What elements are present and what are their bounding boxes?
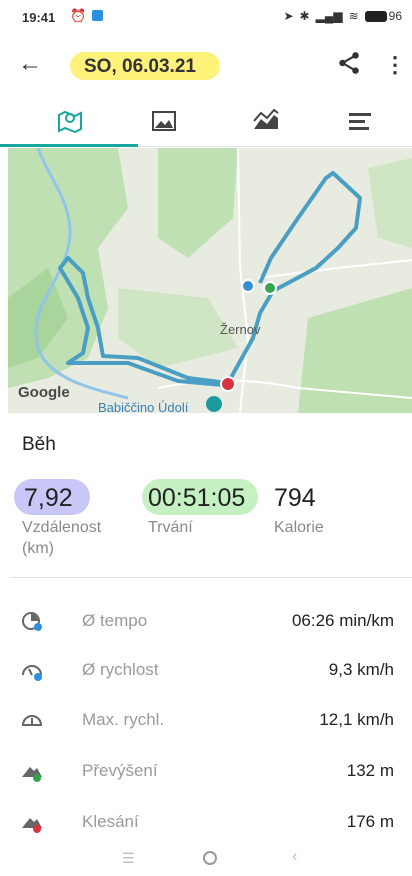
location-icon: ➤	[283, 9, 294, 23]
share-icon[interactable]	[336, 50, 362, 76]
detail-row: Ø rychlost 9,3 km/h	[0, 650, 412, 690]
pace-value: 06:26 min/km	[291, 611, 394, 630]
max-speed-value: 12,1 km/h	[319, 710, 394, 729]
pace-label: Ø tempo	[82, 611, 148, 630]
route-map[interactable]: Žernov Babiččino Údolí Google	[8, 148, 412, 413]
app-notification-icon	[92, 10, 103, 21]
tab-map[interactable]	[18, 96, 121, 146]
elevation-gain-label: Převýšení	[82, 761, 158, 780]
status-bar: 19:41 ⏰ ➤ ✱ ▂▄▆ ≋ 96	[0, 0, 412, 34]
map-canvas	[8, 148, 412, 413]
elevation-loss-icon	[22, 818, 42, 833]
top-app-bar: ← SO, 06.03.21 ⋮	[0, 44, 412, 90]
wifi-icon: ≋	[348, 9, 359, 23]
max-speed-icon	[21, 715, 43, 726]
battery-level: 96	[388, 9, 402, 23]
menu-nav-icon[interactable]: ☰	[122, 850, 135, 867]
tab-photos[interactable]	[112, 96, 215, 146]
detail-row: Ø tempo 06:26 min/km	[0, 601, 412, 641]
duration-value: 00:51:05	[148, 484, 246, 512]
home-nav-icon[interactable]	[203, 851, 217, 865]
bars-icon	[348, 113, 371, 130]
pace-icon	[22, 612, 42, 631]
tab-elevation[interactable]	[214, 96, 317, 146]
speed-icon	[22, 665, 42, 681]
elevation-chart-icon	[252, 108, 279, 129]
tab-bar	[0, 96, 412, 147]
speed-value: 9,3 km/h	[328, 660, 394, 679]
bluetooth-icon: ✱	[299, 9, 310, 23]
elevation-gain-icon	[22, 767, 42, 782]
duration-label: Trvání	[148, 519, 193, 536]
back-nav-icon[interactable]: ‹	[292, 848, 297, 866]
signal-icon: ▂▄▆	[315, 9, 343, 23]
elevation-loss-value: 176 m	[346, 812, 394, 831]
calories-label: Kalorie	[274, 519, 324, 536]
max-speed-label: Max. rychl.	[82, 710, 165, 729]
google-logo: Google	[18, 384, 70, 401]
activity-type: Běh	[22, 434, 56, 455]
map-label-place: Babiččino Údolí	[98, 400, 189, 413]
elevation-loss-label: Klesání	[82, 812, 139, 831]
active-tab-indicator	[0, 144, 138, 147]
distance-label: Vzdálenost (km)	[22, 519, 102, 557]
speed-label: Ø rychlost	[82, 660, 159, 679]
image-icon	[151, 111, 176, 131]
alarm-icon: ⏰	[70, 8, 87, 23]
detail-row: Klesání 176 m	[0, 802, 412, 842]
map-pin-icon	[57, 110, 82, 134]
more-options-icon[interactable]: ⋮	[384, 52, 406, 78]
calories-value: 794	[274, 484, 316, 512]
back-arrow-icon[interactable]: ←	[18, 50, 42, 78]
section-divider	[10, 577, 412, 578]
detail-row: Převýšení 132 m	[0, 751, 412, 791]
status-time: 19:41	[22, 10, 56, 25]
elevation-gain-value: 132 m	[346, 761, 394, 780]
tab-splits[interactable]	[308, 96, 411, 146]
distance-value: 7,92	[24, 484, 73, 512]
battery-icon: 96	[364, 9, 402, 23]
system-nav-bar: ☰ ‹	[0, 846, 412, 876]
page-title: SO, 06.03.21	[84, 56, 196, 77]
detail-row: Max. rychl. 12,1 km/h	[0, 700, 412, 740]
map-label-town: Žernov	[220, 322, 261, 337]
